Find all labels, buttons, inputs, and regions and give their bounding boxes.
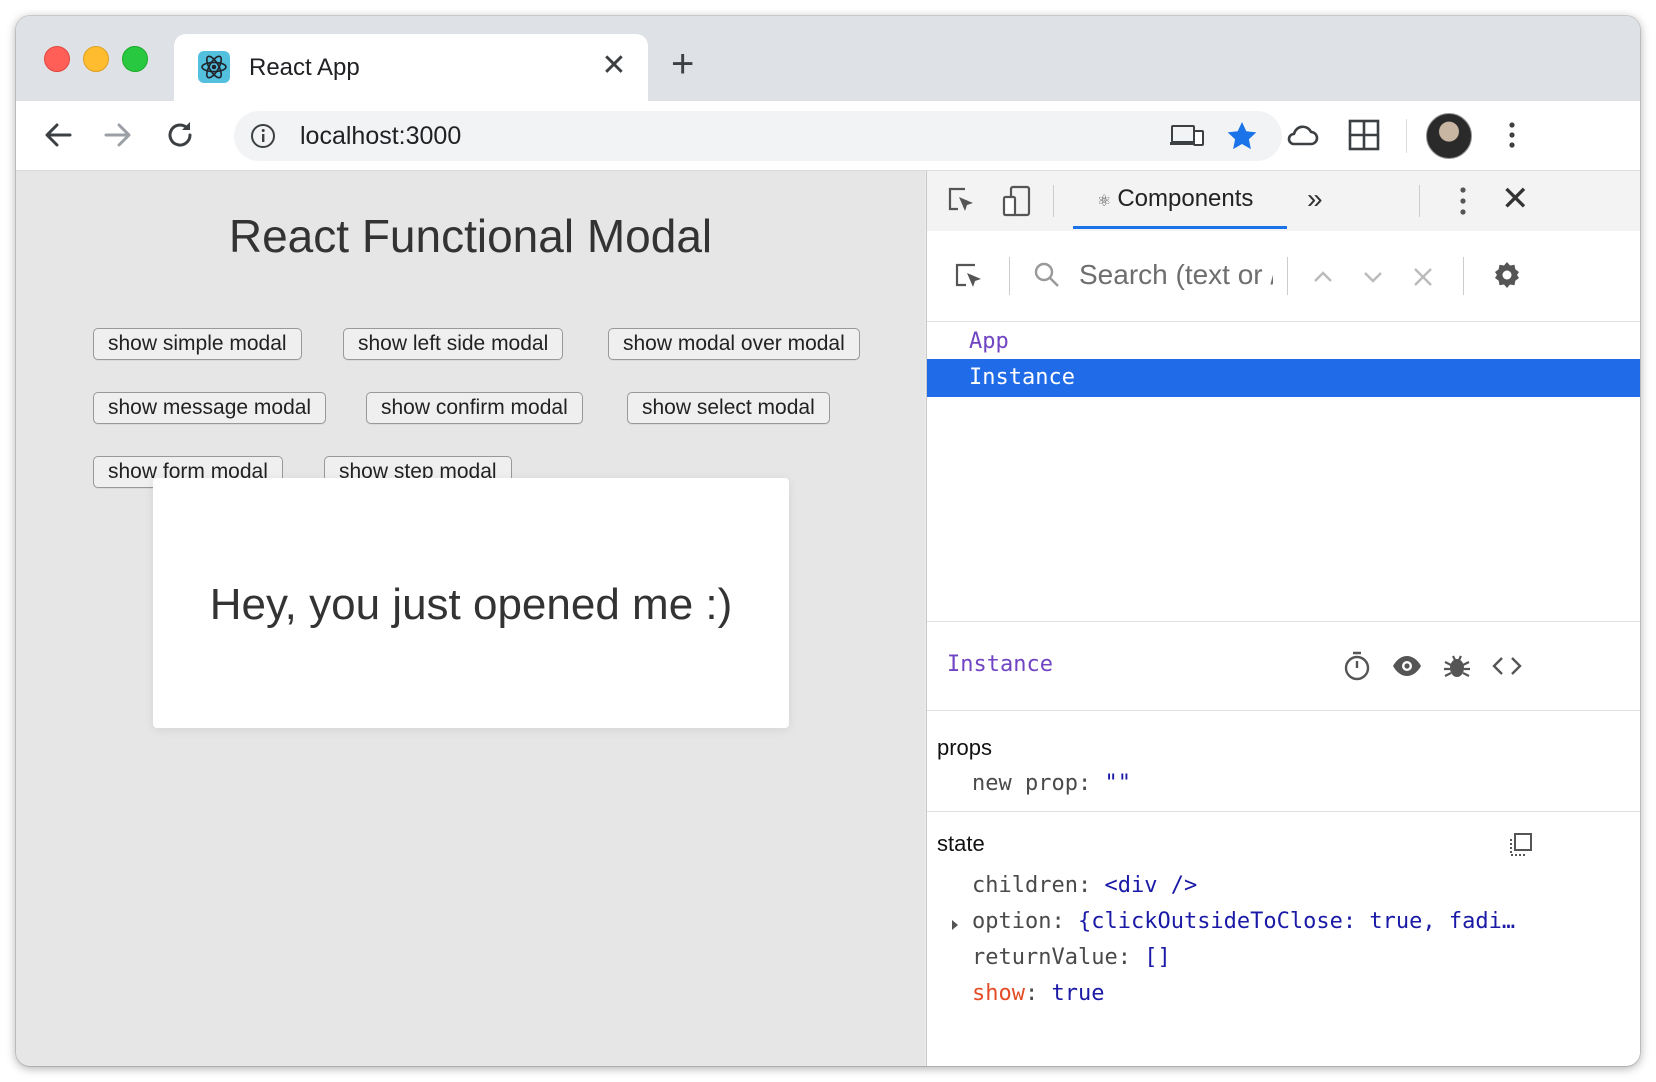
state-row-returnvalue[interactable]: returnValue: [] bbox=[972, 945, 1171, 970]
react-atom-icon: ⚛ bbox=[1097, 193, 1112, 210]
tab-components[interactable]: ⚛ Components bbox=[1073, 171, 1287, 229]
show-simple-modal-button[interactable]: show simple modal bbox=[93, 328, 302, 360]
search-separator-3 bbox=[1463, 257, 1464, 295]
prop-value: "" bbox=[1104, 771, 1131, 796]
browser-tab[interactable]: React App ✕ bbox=[174, 34, 648, 101]
search-icon bbox=[1034, 262, 1059, 287]
tab-strip: React App ✕ + bbox=[16, 16, 1640, 101]
show-modal-over-modal-button[interactable]: show modal over modal bbox=[608, 328, 860, 360]
browser-menu-icon[interactable] bbox=[1494, 117, 1530, 153]
prop-row[interactable]: new prop: "" bbox=[972, 771, 1131, 796]
browser-toolbar: localhost:3000 bbox=[16, 101, 1640, 171]
state-value: true bbox=[1051, 981, 1105, 1006]
component-search-input[interactable]: Search (text or /regex/) bbox=[1079, 259, 1273, 291]
more-tabs-button[interactable]: » bbox=[1307, 183, 1323, 215]
components-tab-text: Components bbox=[1117, 185, 1254, 212]
show-left-side-modal-button[interactable]: show left side modal bbox=[343, 328, 564, 360]
clear-search-icon[interactable] bbox=[1407, 261, 1439, 293]
search-separator bbox=[1009, 257, 1010, 295]
maximize-window-button[interactable] bbox=[122, 46, 148, 72]
state-row-children[interactable]: children: <div /> bbox=[972, 873, 1197, 898]
colon-separator: : bbox=[1051, 909, 1078, 934]
state-key: option bbox=[972, 909, 1052, 934]
component-tree: App Instance bbox=[927, 321, 1640, 621]
devtools-separator-2 bbox=[1419, 185, 1420, 217]
reload-icon[interactable] bbox=[162, 117, 198, 153]
new-tab-button[interactable]: + bbox=[671, 44, 694, 84]
state-row-show[interactable]: show: true bbox=[972, 981, 1104, 1006]
minimize-window-button[interactable] bbox=[83, 46, 109, 72]
props-section-title: props bbox=[937, 735, 993, 760]
react-logo-icon bbox=[198, 51, 230, 83]
info-icon[interactable] bbox=[250, 123, 276, 149]
tab-close-button[interactable]: ✕ bbox=[596, 48, 632, 84]
profile-avatar[interactable] bbox=[1426, 113, 1472, 159]
tree-item-app[interactable]: App bbox=[927, 323, 1640, 361]
colon-separator: : bbox=[1077, 771, 1105, 796]
devtools-panel: ⚛ Components » ✕ Search (text or /regex/) bbox=[926, 171, 1640, 1066]
address-bar[interactable]: localhost:3000 bbox=[234, 111, 1282, 161]
page-title: React Functional Modal bbox=[228, 210, 713, 262]
device-toolbar-icon[interactable] bbox=[1001, 185, 1033, 217]
extension-grid-icon[interactable] bbox=[1346, 117, 1382, 153]
show-select-modal-button[interactable]: show select modal bbox=[627, 392, 830, 424]
selected-component-name: Instance bbox=[947, 652, 1053, 677]
state-value: <div /> bbox=[1104, 873, 1198, 898]
colon-separator: : bbox=[1077, 873, 1105, 898]
search-separator-2 bbox=[1287, 257, 1288, 295]
inspector-header: Instance bbox=[927, 621, 1640, 711]
modal-dialog[interactable]: Hey, you just opened me :) bbox=[153, 478, 789, 728]
state-key: children bbox=[972, 873, 1078, 898]
modal-message: Hey, you just opened me :) bbox=[209, 580, 733, 629]
back-arrow-icon[interactable] bbox=[40, 117, 76, 153]
state-section-title: state bbox=[937, 831, 985, 856]
close-window-button[interactable] bbox=[44, 46, 70, 72]
prop-key: new prop bbox=[972, 771, 1078, 796]
element-picker-icon[interactable] bbox=[945, 185, 977, 217]
install-app-icon[interactable] bbox=[1170, 123, 1204, 149]
state-key: returnValue bbox=[972, 945, 1118, 970]
web-page: React Functional Modal show simple modal… bbox=[16, 171, 925, 1066]
colon-separator: : bbox=[1024, 981, 1052, 1006]
section-divider bbox=[927, 811, 1640, 812]
url-text: localhost:3000 bbox=[300, 122, 462, 150]
state-value: {clickOutsideToClose: true, fadi… bbox=[1077, 909, 1516, 934]
chevron-up-icon[interactable] bbox=[1307, 261, 1339, 293]
expand-triangle-icon[interactable] bbox=[949, 917, 961, 933]
state-value: [] bbox=[1144, 945, 1171, 970]
state-row-option[interactable]: option: {clickOutsideToClose: true, fadi… bbox=[972, 909, 1632, 934]
devtools-close-button[interactable]: ✕ bbox=[1501, 179, 1530, 219]
devtools-tabbar: ⚛ Components » ✕ bbox=[927, 171, 1640, 232]
bug-icon[interactable] bbox=[1441, 650, 1473, 682]
select-component-icon[interactable] bbox=[953, 261, 985, 293]
cloud-icon[interactable] bbox=[1284, 117, 1320, 153]
settings-gear-icon[interactable] bbox=[1491, 259, 1523, 291]
devtools-menu-icon[interactable] bbox=[1459, 185, 1467, 217]
browser-window: React App ✕ + localhost:3000 React Funct… bbox=[16, 16, 1640, 1066]
bookmark-star-icon[interactable] bbox=[1225, 119, 1259, 153]
eye-icon[interactable] bbox=[1391, 650, 1423, 682]
show-message-modal-button[interactable]: show message modal bbox=[93, 392, 327, 424]
devtools-separator bbox=[1053, 185, 1054, 217]
toolbar-separator bbox=[1406, 119, 1407, 153]
tree-item-instance[interactable]: Instance bbox=[927, 359, 1640, 397]
stopwatch-icon[interactable] bbox=[1341, 650, 1373, 682]
component-search-bar: Search (text or /regex/) bbox=[927, 231, 1640, 322]
colon-separator: : bbox=[1117, 945, 1145, 970]
state-key: show bbox=[972, 981, 1025, 1006]
chevron-down-icon[interactable] bbox=[1357, 261, 1389, 293]
forward-arrow-icon[interactable] bbox=[100, 117, 136, 153]
components-tab-label: ⚛ Components bbox=[1097, 185, 1253, 213]
tab-title: React App bbox=[249, 54, 360, 81]
view-source-icon[interactable] bbox=[1491, 650, 1523, 682]
show-confirm-modal-button[interactable]: show confirm modal bbox=[366, 392, 583, 424]
copy-icon[interactable] bbox=[1507, 831, 1535, 859]
